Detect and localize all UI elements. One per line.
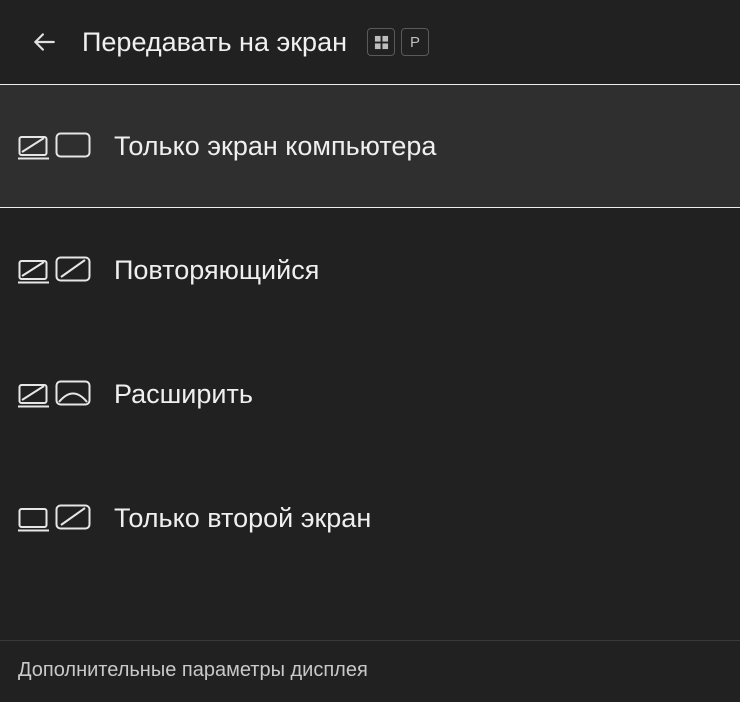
more-display-settings-link[interactable]: Дополнительные параметры дисплея (0, 640, 740, 702)
arrow-left-icon (31, 29, 57, 55)
header: Передавать на экран P (0, 0, 740, 84)
project-option-pc-only[interactable]: Только экран компьютера (0, 84, 740, 208)
project-option-second-only[interactable]: Только второй экран (0, 456, 740, 580)
page-title: Передавать на экран (82, 27, 347, 58)
more-settings-label: Дополнительные параметры дисплея (18, 659, 368, 681)
second-only-icon (18, 504, 92, 532)
shortcut-key-p: P (401, 28, 429, 56)
option-label: Только экран компьютера (114, 131, 436, 162)
duplicate-icon (18, 256, 92, 284)
option-label: Расширить (114, 379, 253, 410)
keyboard-shortcut: P (367, 28, 429, 56)
option-label: Только второй экран (114, 503, 371, 534)
extend-icon (18, 380, 92, 408)
pc-only-icon (18, 132, 92, 160)
option-label: Повторяющийся (114, 255, 319, 286)
windows-key-icon (367, 28, 395, 56)
project-option-duplicate[interactable]: Повторяющийся (0, 208, 740, 332)
project-option-extend[interactable]: Расширить (0, 332, 740, 456)
back-button[interactable] (24, 22, 64, 62)
